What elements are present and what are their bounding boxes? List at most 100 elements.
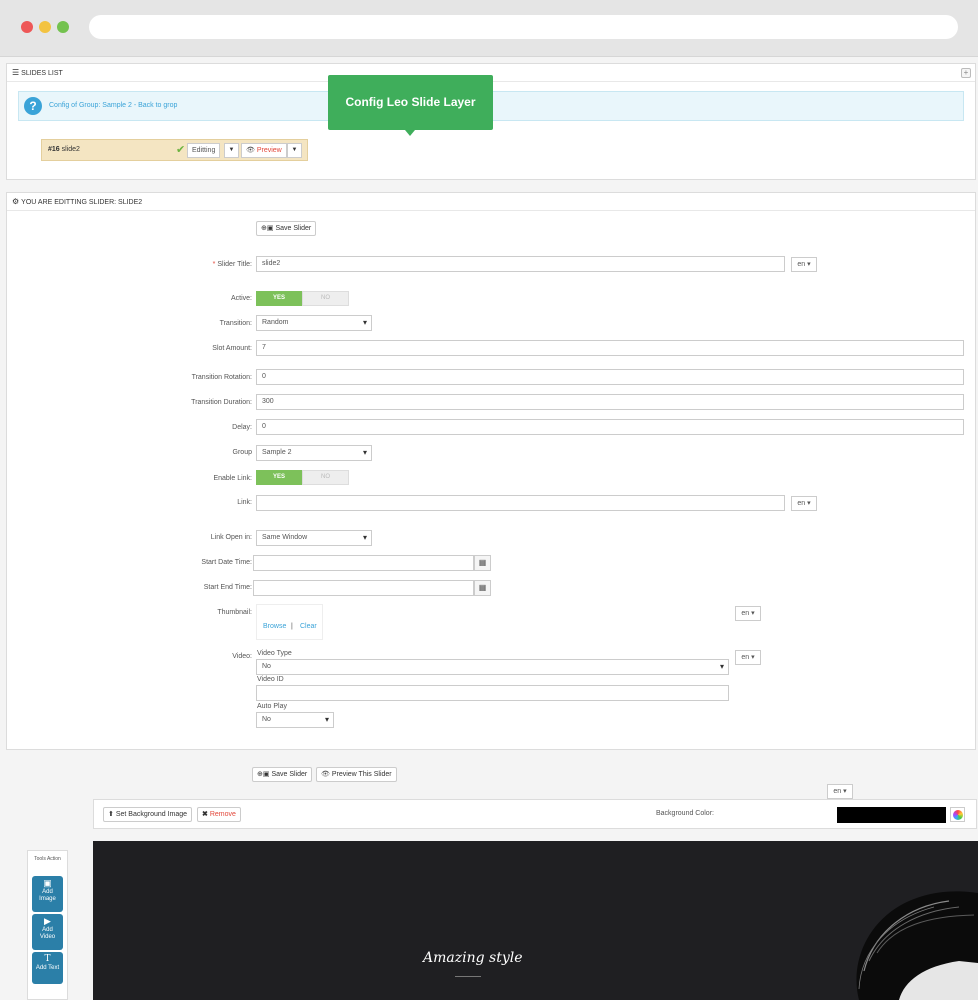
group-select[interactable]: Sample 2 (256, 445, 372, 461)
add-text-button[interactable]: T Add Text (32, 952, 63, 984)
back-to-group-link[interactable]: Config of Group: Sample 2 - Back to grop (49, 102, 177, 109)
slide-row[interactable]: #16 slide2 ✔ Editting ▼ 👁 Preview ▼ (41, 139, 308, 161)
slide-name: #16 slide2 (48, 146, 80, 153)
slider-title-input[interactable]: slide2 (256, 256, 785, 272)
thumbnail-browse-link[interactable]: Browse (263, 623, 286, 630)
save-slider-button[interactable]: ⊕▣ Save Slider (256, 221, 317, 236)
delay-label: Delay: (232, 424, 252, 431)
preview-dropdown-toggle[interactable]: ▼ (287, 143, 302, 158)
slider-title-label-text: Slider Title: (217, 261, 252, 268)
start-end-time-input[interactable] (253, 580, 474, 596)
slider-edit-header: ⚙ YOU ARE EDITTING SLIDER: SLIDE2 (7, 193, 975, 211)
link-open-in-select[interactable]: Same Window (256, 530, 372, 546)
add-image-label-2: Image (39, 896, 56, 902)
start-date-time-label: Start Date Time: (201, 559, 252, 566)
background-color-swatch[interactable] (837, 807, 946, 823)
auto-play-label: Auto Play (257, 703, 287, 710)
slider-title-lang-dropdown[interactable]: en ▾ (791, 257, 817, 272)
hair-image[interactable] (839, 871, 978, 1000)
enable-link-label: Enable Link: (213, 475, 252, 482)
group-label: Group (232, 449, 252, 456)
link-lang-dropdown[interactable]: en ▾ (791, 496, 817, 511)
editing-status-button[interactable]: Editting (187, 143, 221, 158)
start-date-time-input[interactable] (253, 555, 474, 571)
check-icon: ✔ (176, 144, 186, 156)
add-video-button[interactable]: ▶ Add Video (32, 914, 63, 950)
slider-title-lang: en (797, 261, 806, 268)
link-lang: en (797, 500, 806, 507)
remove-background-button[interactable]: ✖ Remove (197, 807, 241, 822)
thumbnail-clear-link[interactable]: Clear (300, 623, 317, 630)
eye-icon: 👁 (321, 771, 330, 778)
save-icon: ⊕▣ (261, 225, 274, 232)
transition-rotation-input[interactable]: 0 (256, 369, 964, 385)
eye-icon: 👁 (246, 147, 255, 154)
thumbnail-lang: en (741, 610, 750, 617)
transition-duration-input[interactable]: 300 (256, 394, 964, 410)
slides-list-title: SLIDES LIST (21, 70, 63, 77)
image-icon: ▣ (43, 878, 52, 888)
preview-label: Preview (256, 147, 282, 154)
expand-icon[interactable]: + (961, 68, 971, 78)
link-label: Link: (237, 499, 252, 506)
address-bar[interactable] (89, 15, 958, 39)
add-image-label-1: Add (42, 889, 53, 895)
slide-canvas[interactable]: Amazing style (93, 841, 978, 1000)
layer-lang-dropdown[interactable]: en ▾ (827, 784, 853, 799)
enable-link-yes-option[interactable]: YES (256, 470, 302, 485)
thumbnail-lang-dropdown[interactable]: en ▾ (735, 606, 761, 621)
enable-link-no-option[interactable]: NO (302, 470, 349, 485)
slot-amount-label: Slot Amount: (212, 345, 252, 352)
maximize-window-dot[interactable] (57, 21, 69, 33)
enable-link-toggle[interactable]: YES NO (256, 470, 349, 485)
upload-icon: ⬆ (108, 811, 114, 818)
color-picker-icon[interactable] (950, 807, 965, 822)
start-end-time-label: Start End Time: (203, 584, 252, 591)
save-slider-label: Save Slider (275, 225, 312, 232)
slide-label: slide2 (61, 146, 80, 153)
tools-action-title: Tools Action (34, 856, 61, 862)
text-icon: T (44, 954, 51, 964)
tools-action-panel: Tools Action ▣ Add Image ▶ Add Video T A… (27, 850, 68, 1000)
preview-this-slider-button[interactable]: 👁 Preview This Slider (316, 767, 397, 782)
minimize-window-dot[interactable] (39, 21, 51, 33)
video-lang-dropdown[interactable]: en ▾ (735, 650, 761, 665)
auto-play-select[interactable]: No (256, 712, 334, 728)
cogs-icon: ⚙ (12, 197, 20, 206)
slider-title-label: * Slider Title: (4, 261, 252, 268)
link-input[interactable] (256, 495, 785, 511)
video-type-label: Video Type (257, 650, 292, 657)
question-icon: ? (24, 97, 42, 115)
status-dropdown-toggle[interactable]: ▼ (224, 143, 239, 158)
browser-chrome (0, 0, 978, 57)
set-background-label: Set Background Image (115, 811, 188, 818)
delay-input[interactable]: 0 (256, 419, 964, 435)
transition-rotation-label: Transition Rotation: (191, 374, 252, 381)
preview-button[interactable]: 👁 Preview (241, 143, 287, 158)
save-slider-button-bottom[interactable]: ⊕▣ Save Slider (252, 767, 313, 782)
thumbnail-label: Thumbnail: (217, 609, 252, 616)
thumbnail-box: Browse | Clear (256, 604, 323, 640)
active-no-option[interactable]: NO (302, 291, 349, 306)
transition-select[interactable]: Random (256, 315, 372, 331)
active-toggle[interactable]: YES NO (256, 291, 349, 306)
add-video-label-1: Add (42, 927, 53, 933)
layer-lang: en (833, 788, 842, 795)
set-background-image-button[interactable]: ⬆ Set Background Image (103, 807, 193, 822)
calendar-icon[interactable]: ▦ (474, 555, 491, 571)
remove-label: Remove (209, 811, 236, 818)
save-icon: ⊕▣ (257, 771, 270, 778)
add-video-label-2: Video (39, 934, 56, 940)
close-window-dot[interactable] (21, 21, 33, 33)
required-marker: * (212, 261, 216, 268)
background-toolbar: ⬆ Set Background Image ✖ Remove Backgrou… (93, 799, 977, 829)
video-label: Video: (232, 653, 252, 660)
video-id-input[interactable] (256, 685, 729, 701)
calendar-icon[interactable]: ▦ (474, 580, 491, 596)
video-type-select[interactable]: No (256, 659, 729, 675)
slot-amount-input[interactable]: 7 (256, 340, 964, 356)
slide-caption[interactable]: Amazing style (423, 950, 523, 966)
active-yes-option[interactable]: YES (256, 291, 302, 306)
add-image-button[interactable]: ▣ Add Image (32, 876, 63, 912)
background-color-label: Background Color: (656, 810, 714, 817)
